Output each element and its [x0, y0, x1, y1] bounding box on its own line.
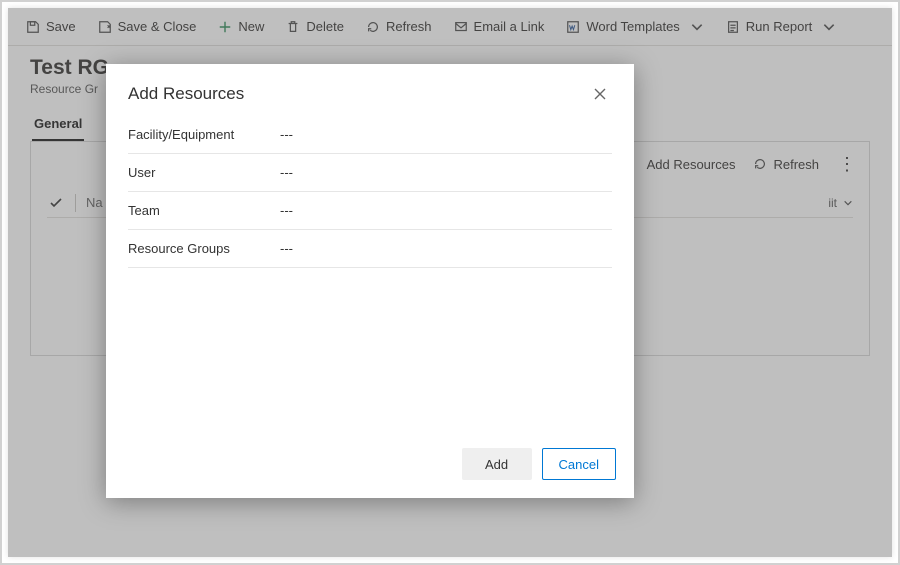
add-button[interactable]: Add	[462, 448, 532, 480]
field-label: User	[128, 165, 280, 180]
dialog-body: Facility/Equipment --- User --- Team ---…	[106, 116, 634, 436]
field-value: ---	[280, 127, 293, 142]
field-value: ---	[280, 165, 293, 180]
field-team[interactable]: Team ---	[128, 192, 612, 230]
dialog-footer: Add Cancel	[106, 436, 634, 498]
field-facility-equipment[interactable]: Facility/Equipment ---	[128, 116, 612, 154]
cancel-button[interactable]: Cancel	[542, 448, 616, 480]
close-icon	[593, 87, 607, 101]
field-user[interactable]: User ---	[128, 154, 612, 192]
field-resource-groups[interactable]: Resource Groups ---	[128, 230, 612, 268]
dialog-header: Add Resources	[106, 64, 634, 116]
field-value: ---	[280, 203, 293, 218]
field-label: Team	[128, 203, 280, 218]
field-label: Resource Groups	[128, 241, 280, 256]
field-label: Facility/Equipment	[128, 127, 280, 142]
dialog-close-button[interactable]	[588, 82, 612, 106]
dialog-title: Add Resources	[128, 84, 244, 104]
add-resources-dialog: Add Resources Facility/Equipment --- Use…	[106, 64, 634, 498]
field-value: ---	[280, 241, 293, 256]
app-window: Save Save & Close New Delete Refresh Ema…	[8, 8, 892, 557]
